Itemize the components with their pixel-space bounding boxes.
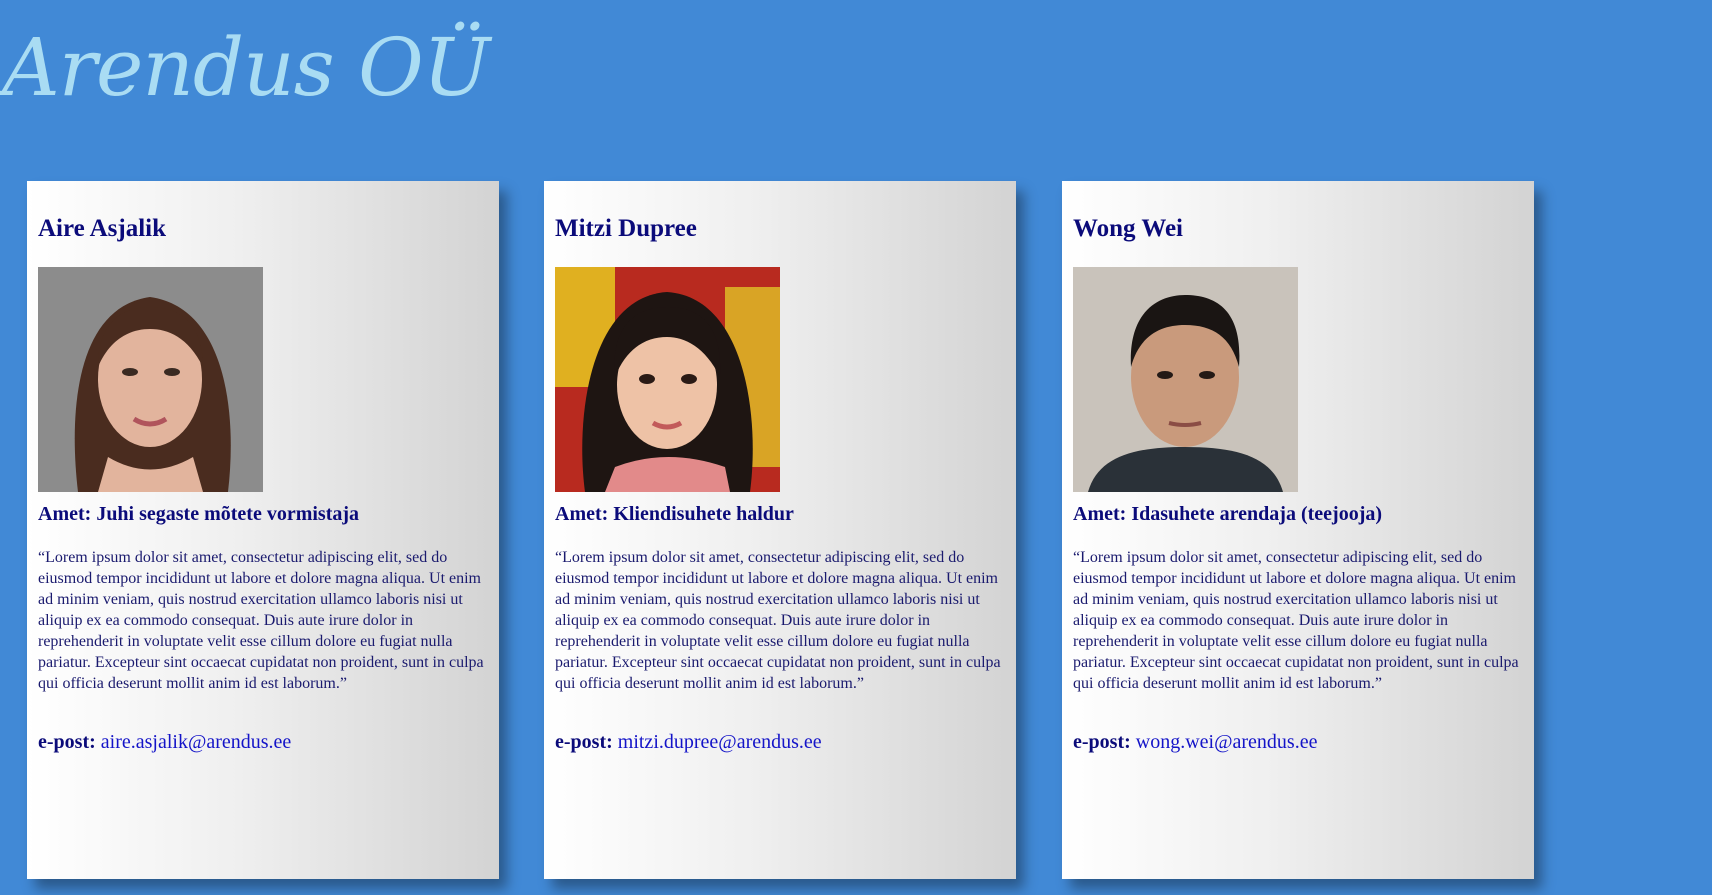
person-photo-icon [555,267,780,492]
employee-quote: “Lorem ipsum dolor sit amet, consectetur… [38,549,484,692]
role-value: Kliendisuhete haldur [613,503,794,525]
employee-role: Amet: Juhi segaste mõtete vormistaja [38,503,359,526]
employee-email: e-post: wong.wei@arendus.ee [1073,731,1317,754]
employee-email: e-post: aire.asjalik@arendus.ee [38,731,291,754]
employee-name: Mitzi Dupree [555,215,697,242]
email-link[interactable]: aire.asjalik@arendus.ee [101,731,292,753]
employee-photo [555,267,780,492]
employee-role: Amet: Idasuhete arendaja (teejooja) [1073,503,1382,526]
role-label: Amet: [38,503,92,525]
employee-quote: “Lorem ipsum dolor sit amet, consectetur… [555,549,1001,692]
employee-photo [38,267,263,492]
employee-card: Aire Asjalik Amet: Juhi segaste mõtete v… [27,181,499,879]
employee-photo [1073,267,1298,492]
email-label: e-post: [1073,731,1131,753]
email-link[interactable]: mitzi.dupree@arendus.ee [618,731,822,753]
employee-email: e-post: mitzi.dupree@arendus.ee [555,731,822,754]
employee-card: Wong Wei Amet: Idasuhete arendaja (teejo… [1062,181,1534,879]
employee-role: Amet: Kliendisuhete haldur [555,503,794,526]
employee-card: Mitzi Dupree Amet: Kliendisuhete haldur … [544,181,1016,879]
site-title: Arendus OÜ [2,21,490,114]
email-label: e-post: [555,731,613,753]
role-label: Amet: [1073,503,1127,525]
person-photo-icon [1073,267,1298,492]
email-link[interactable]: wong.wei@arendus.ee [1136,731,1318,753]
employee-name: Wong Wei [1073,215,1183,242]
role-label: Amet: [555,503,609,525]
role-value: Juhi segaste mõtete vormistaja [96,503,360,525]
employee-quote: “Lorem ipsum dolor sit amet, consectetur… [1073,549,1519,692]
employee-name: Aire Asjalik [38,215,167,242]
person-photo-icon [38,267,263,492]
role-value: Idasuhete arendaja (teejooja) [1131,503,1383,525]
email-label: e-post: [38,731,96,753]
